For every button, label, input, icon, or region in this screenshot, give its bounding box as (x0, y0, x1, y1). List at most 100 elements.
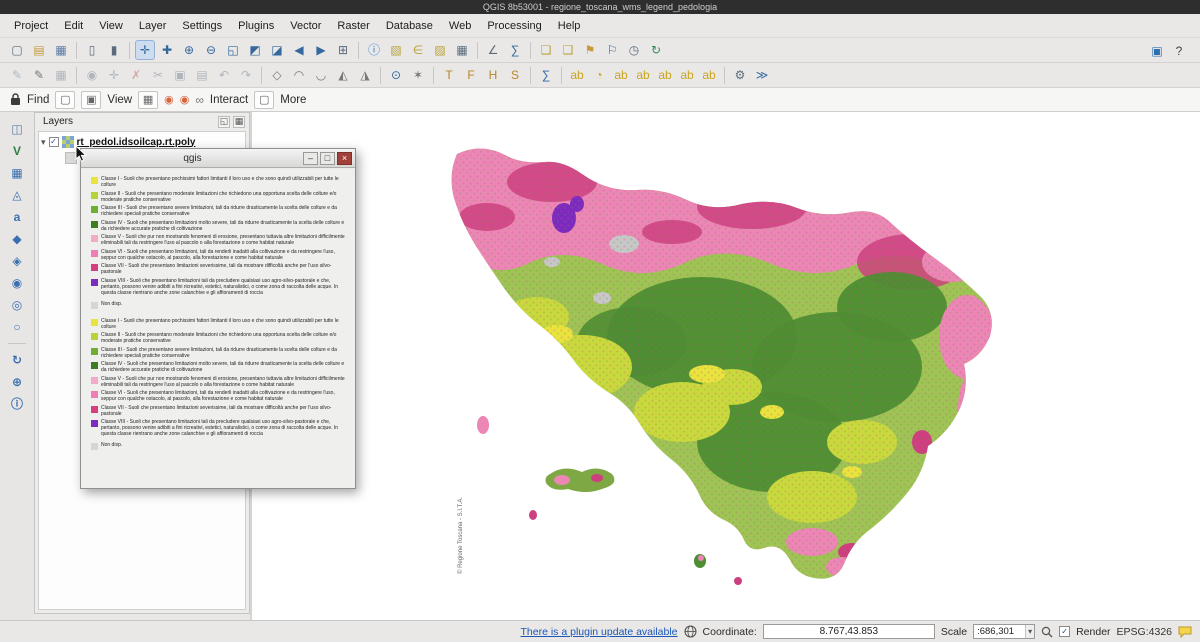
open-attribute-table-icon[interactable]: ▦ (452, 40, 472, 60)
lock-icon[interactable] (10, 93, 21, 106)
legend-dialog-titlebar[interactable]: qgis – □ × (81, 149, 355, 168)
vertex-tool-icon[interactable]: ◇ (267, 65, 287, 85)
move-feature-icon[interactable]: ✛ (104, 65, 124, 85)
current-edits-icon[interactable]: ✎ (7, 65, 27, 85)
menu-help[interactable]: Help (550, 17, 589, 35)
menu-layer[interactable]: Layer (131, 17, 175, 35)
menu-database[interactable]: Database (378, 17, 441, 35)
pan-map-icon[interactable]: ✛ (135, 40, 155, 60)
zoom-out-icon[interactable]: ⊖ (201, 40, 221, 60)
view-grid-icon[interactable]: ▦ (138, 91, 158, 109)
delete-selected-icon[interactable]: ✗ (126, 65, 146, 85)
dialog-maximize-icon[interactable]: □ (320, 152, 335, 165)
menu-edit[interactable]: Edit (56, 17, 91, 35)
plugin-manager-icon[interactable]: ▣ (1147, 41, 1167, 61)
messages-icon[interactable] (1178, 626, 1192, 638)
zoom-next-icon[interactable]: ▶ (311, 40, 331, 60)
offset-curve-icon[interactable]: ◠ (289, 65, 309, 85)
annotation-html-icon[interactable]: H (483, 65, 503, 85)
processing-toolbox-icon[interactable]: ⚙ (730, 65, 750, 85)
change-label-properties-icon[interactable]: ab (699, 65, 719, 85)
pin-labels-icon[interactable]: ab (611, 65, 631, 85)
zoom-to-selection-icon[interactable]: ◩ (245, 40, 265, 60)
panel-dock-icon[interactable]: ◱ (218, 116, 230, 128)
grid-capture-icon[interactable]: ▣ (81, 91, 101, 109)
deselect-features-icon[interactable]: ▨ (430, 40, 450, 60)
new-print-layout-icon[interactable]: ▯ (82, 40, 102, 60)
split-features-icon[interactable]: ◭ (333, 65, 353, 85)
zoom-in-icon[interactable]: ⊕ (179, 40, 199, 60)
select-features-icon[interactable]: ▧ (386, 40, 406, 60)
measure-line-icon[interactable]: ∠ (483, 40, 503, 60)
add-delimited-text-layer-icon[interactable]: a (7, 207, 27, 227)
coordinate-input[interactable] (763, 624, 935, 639)
marker-pin-icon[interactable]: ◉ (164, 93, 174, 106)
menu-raster[interactable]: Raster (329, 17, 377, 35)
reshape-features-icon[interactable]: ◡ (311, 65, 331, 85)
plugin-update-link[interactable]: There is a plugin update available (521, 626, 678, 638)
zoom-to-layer-icon[interactable]: ◪ (267, 40, 287, 60)
interact-tool-icon[interactable]: ▢ (254, 91, 274, 109)
layer-info-icon[interactable]: ⓘ (7, 394, 27, 414)
layer-tree-row[interactable]: ▾ ✓ rt_pedol.idsoilcap.rt.poly (41, 135, 243, 149)
layer-labeling-icon[interactable]: ab (567, 65, 587, 85)
decorations-icon[interactable]: ✶ (408, 65, 428, 85)
dialog-minimize-icon[interactable]: – (303, 152, 318, 165)
menu-plugins[interactable]: Plugins (230, 17, 282, 35)
add-raster-layer-icon[interactable]: ▦ (7, 163, 27, 183)
temporal-controller-icon[interactable]: ◷ (624, 40, 644, 60)
menu-settings[interactable]: Settings (174, 17, 230, 35)
new-bookmark-icon[interactable]: ⚑ (580, 40, 600, 60)
add-wcs-layer-icon[interactable]: ◎ (7, 295, 27, 315)
python-console-icon[interactable]: ≫ (752, 65, 772, 85)
layer-diagram-icon[interactable]: ◔ (589, 65, 609, 85)
refresh-layer-icon[interactable]: ↻ (7, 350, 27, 370)
more-label[interactable]: More (280, 94, 306, 106)
render-checkbox[interactable]: ✓ (1059, 626, 1070, 637)
link-icon[interactable]: ∞ (195, 93, 204, 107)
paste-features-icon[interactable]: ▤ (192, 65, 212, 85)
whats-this-icon[interactable]: ? (1169, 41, 1189, 61)
add-wms-layer-icon[interactable]: ◉ (7, 273, 27, 293)
add-spatialite-layer-icon[interactable]: ◈ (7, 251, 27, 271)
screenshot-icon[interactable]: ▢ (55, 91, 75, 109)
select-by-expression-icon[interactable]: ∈ (408, 40, 428, 60)
merge-features-icon[interactable]: ◮ (355, 65, 375, 85)
copy-features-icon[interactable]: ▣ (170, 65, 190, 85)
zoom-to-native-resolution-icon[interactable]: ⊙ (386, 65, 406, 85)
show-statistical-summary-icon[interactable]: ∑ (536, 65, 556, 85)
save-layer-edits-icon[interactable]: ▦ (51, 65, 71, 85)
text-annotation-icon[interactable]: ❑ (558, 40, 578, 60)
layout-manager-icon[interactable]: ▮ (104, 40, 124, 60)
map-tips-icon[interactable]: ❏ (536, 40, 556, 60)
annotation-form-icon[interactable]: F (461, 65, 481, 85)
new-map-view-icon[interactable]: ⊞ (333, 40, 353, 60)
menu-web[interactable]: Web (441, 17, 479, 35)
panel-options-icon[interactable]: ▦ (233, 116, 245, 128)
globe-icon[interactable] (684, 625, 697, 638)
chevron-down-icon[interactable]: ▾ (1025, 625, 1034, 638)
redo-icon[interactable]: ↷ (236, 65, 256, 85)
cut-features-icon[interactable]: ✂ (148, 65, 168, 85)
highlight-pinned-labels-icon[interactable]: ab (633, 65, 653, 85)
marker-pin-2-icon[interactable]: ◉ (180, 93, 190, 106)
add-feature-icon[interactable]: ◉ (82, 65, 102, 85)
menu-vector[interactable]: Vector (282, 17, 329, 35)
layer-name-label[interactable]: rt_pedol.idsoilcap.rt.poly (77, 137, 196, 148)
crs-status-button[interactable]: EPSG:4326 (1117, 626, 1172, 638)
expand-caret-icon[interactable]: ▾ (41, 137, 46, 148)
data-source-manager-icon[interactable]: ◫ (7, 119, 27, 139)
pan-to-selection-icon[interactable]: ✚ (157, 40, 177, 60)
move-label-icon[interactable]: ab (655, 65, 675, 85)
annotation-text-icon[interactable]: T (439, 65, 459, 85)
show-bookmarks-icon[interactable]: ⚐ (602, 40, 622, 60)
rotate-label-icon[interactable]: ab (677, 65, 697, 85)
scale-combo[interactable]: :686,301 ▾ (973, 624, 1035, 639)
menu-processing[interactable]: Processing (479, 17, 549, 35)
dialog-close-icon[interactable]: × (337, 152, 352, 165)
zoom-last-icon[interactable]: ◀ (289, 40, 309, 60)
toggle-editing-icon[interactable]: ✎ (29, 65, 49, 85)
refresh-map-icon[interactable]: ↻ (646, 40, 666, 60)
menu-view[interactable]: View (91, 17, 131, 35)
identify-features-icon[interactable]: ⓘ (364, 40, 384, 60)
